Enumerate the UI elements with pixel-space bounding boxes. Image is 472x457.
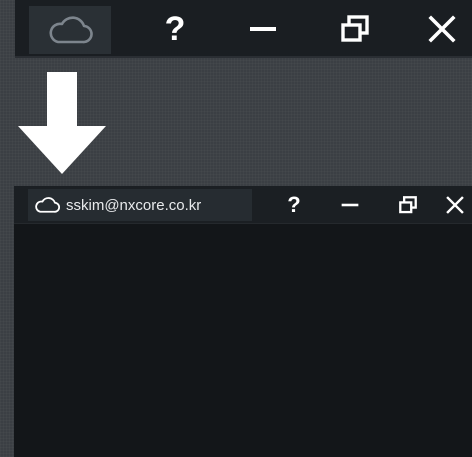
minimize-icon xyxy=(250,27,276,31)
window-content xyxy=(14,224,472,457)
cloud-icon xyxy=(49,16,93,44)
cloud-icon xyxy=(35,197,60,213)
restore-button[interactable] xyxy=(390,186,426,224)
arrow-down-icon xyxy=(18,72,106,174)
account-button[interactable]: sskim@nxcore.co.kr xyxy=(28,189,252,221)
restore-icon xyxy=(341,15,369,42)
window-after: sskim@nxcore.co.kr ? xyxy=(14,186,472,457)
close-icon xyxy=(428,15,456,43)
minimize-button[interactable] xyxy=(332,186,368,224)
restore-button[interactable] xyxy=(325,0,385,58)
minimize-button[interactable] xyxy=(233,0,293,58)
minimize-icon xyxy=(341,203,359,207)
close-button[interactable] xyxy=(412,0,472,58)
restore-icon xyxy=(399,196,417,214)
help-button[interactable]: ? xyxy=(145,0,205,58)
help-label: ? xyxy=(287,192,301,217)
help-label: ? xyxy=(164,9,186,48)
account-email: sskim@nxcore.co.kr xyxy=(66,196,202,214)
cloud-sync-button[interactable] xyxy=(29,6,111,54)
help-button[interactable]: ? xyxy=(276,186,312,224)
titlebar-after: sskim@nxcore.co.kr ? xyxy=(14,186,472,224)
close-icon xyxy=(446,196,464,214)
close-button[interactable] xyxy=(446,186,472,224)
titlebar-before: ? xyxy=(15,0,472,58)
